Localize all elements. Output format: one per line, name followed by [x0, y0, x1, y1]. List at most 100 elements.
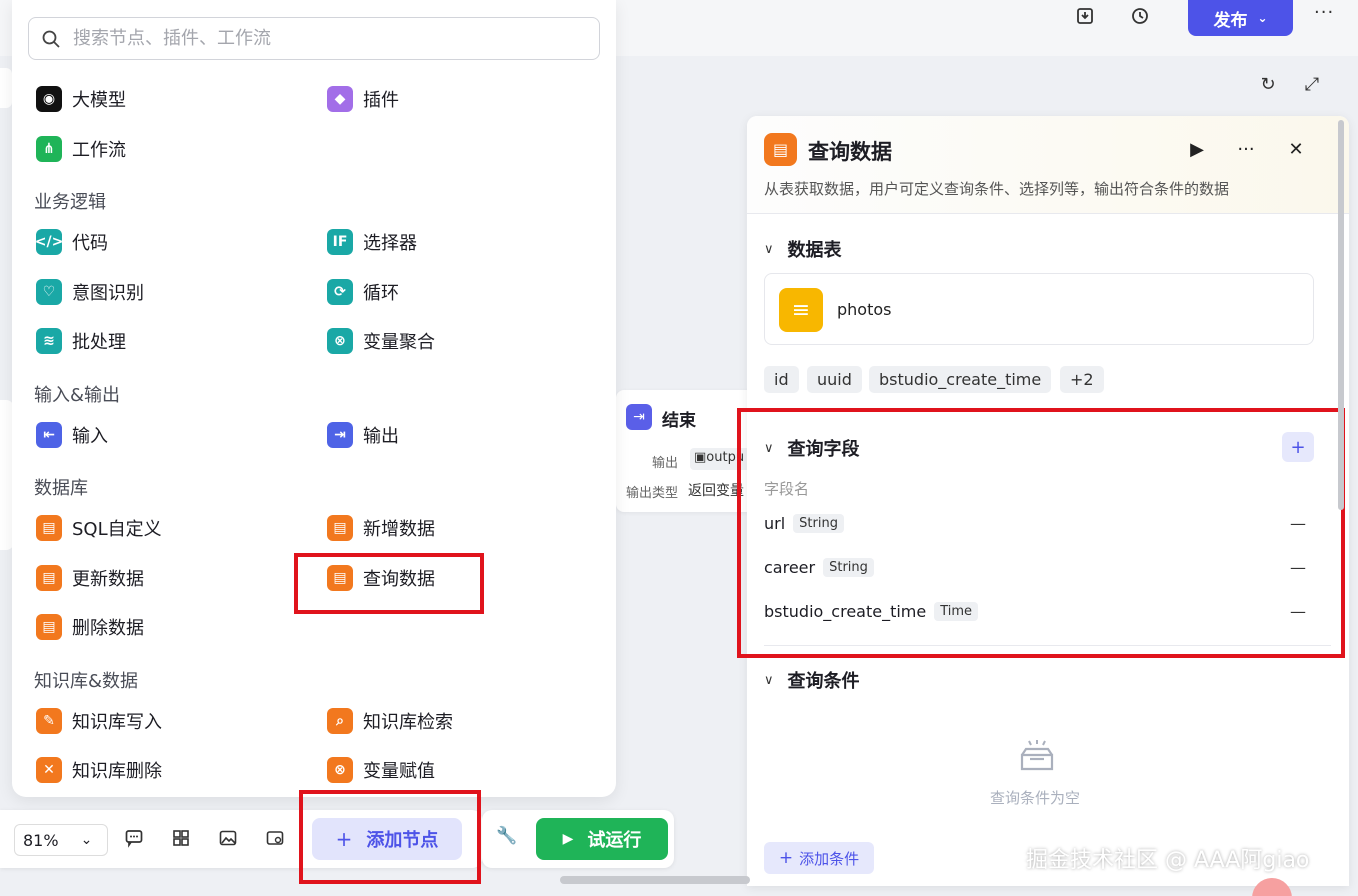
chevron-down-icon: ⌄ — [1257, 11, 1268, 25]
section-header-table[interactable]: ∨ 数据表 — [764, 236, 842, 262]
node-item-label: 大模型 — [72, 90, 126, 111]
more-columns-chip[interactable]: +2 — [1060, 366, 1104, 393]
more-icon[interactable]: ··· — [1314, 2, 1334, 23]
test-run-button[interactable]: ▶ 试运行 — [536, 818, 668, 860]
node-item-label: 知识库检索 — [363, 712, 453, 733]
node-item-delete[interactable]: ▤ 删除数据 — [36, 612, 144, 642]
node-item-label: 工作流 — [72, 140, 126, 161]
node-item-label: 新增数据 — [363, 519, 435, 540]
node-item-llm[interactable]: ◉ 大模型 — [36, 84, 126, 114]
node-item-variable-merge[interactable]: ⊗ 变量聚合 — [327, 326, 435, 356]
search-icon — [41, 28, 63, 50]
end-node[interactable]: ⇥ 结束 输出 ▣outpu 输出类型 返回变量 — [616, 390, 750, 512]
more-icon[interactable]: ··· — [1233, 136, 1259, 162]
node-item-label: 知识库写入 — [72, 712, 162, 733]
output-icon: ⇥ — [327, 422, 353, 448]
node-item-code[interactable]: </> 代码 — [35, 227, 108, 257]
node-item-label: 意图识别 — [72, 283, 144, 304]
search-box[interactable] — [28, 17, 600, 60]
node-item-kb-delete[interactable]: ✕ 知识库删除 — [36, 755, 162, 785]
zoom-value: 81% — [23, 830, 59, 850]
watermark: 掘金技术社区 @ AAA阿giao — [1026, 848, 1310, 873]
node-item-label: 更新数据 — [72, 569, 144, 590]
section-header-conditions[interactable]: ∨ 查询条件 — [764, 667, 860, 693]
node-item-selector[interactable]: IF 选择器 — [327, 227, 417, 257]
horizontal-scrollbar[interactable] — [560, 876, 750, 884]
empty-box-icon — [1017, 736, 1057, 776]
node-item-output[interactable]: ⇥ 输出 — [327, 420, 399, 450]
node-item-sql[interactable]: ▤ SQL自定义 — [36, 513, 162, 543]
node-item-label: 删除数据 — [72, 618, 144, 639]
test-run-label: 试运行 — [587, 830, 642, 851]
refresh-icon[interactable]: ↻ — [1256, 72, 1280, 96]
database-icon: ▤ — [36, 515, 62, 541]
fullscreen-icon[interactable]: ⤢ — [1300, 72, 1324, 96]
database-add-icon: ▤ — [327, 515, 353, 541]
node-item-input[interactable]: ⇤ 输入 — [36, 420, 108, 450]
play-icon[interactable]: ▶ — [1184, 136, 1210, 162]
merge-icon: ⊗ — [327, 328, 353, 354]
llm-icon: ◉ — [36, 86, 62, 112]
section-title: 查询条件 — [787, 671, 860, 692]
node-item-label: 代码 — [72, 233, 108, 254]
node-item-workflow[interactable]: ⋔ 工作流 — [36, 134, 126, 164]
minimap-icon[interactable] — [263, 826, 287, 850]
wrench-icon[interactable]: 🔧 — [496, 826, 517, 846]
section-title: 数据库 — [34, 478, 88, 499]
if-icon: IF — [327, 229, 353, 255]
add-condition-button[interactable]: + 添加条件 — [764, 842, 874, 874]
knowledge-delete-icon: ✕ — [36, 757, 62, 783]
lightbulb-icon: ♡ — [36, 279, 62, 305]
save-draft-icon[interactable] — [1072, 4, 1098, 28]
input-icon: ⇤ — [36, 422, 62, 448]
column-chip: uuid — [807, 366, 862, 393]
comment-icon[interactable] — [122, 826, 146, 850]
scrollbar[interactable] — [1338, 120, 1344, 510]
end-node-title: 结束 — [662, 411, 696, 431]
close-icon[interactable]: ✕ — [1283, 136, 1309, 162]
publish-button[interactable]: 发布 ⌄ — [1188, 0, 1293, 36]
column-chip: bstudio_create_time — [869, 366, 1052, 393]
node-item-assign[interactable]: ⊗ 变量赋值 — [327, 755, 435, 785]
section-title: 知识库&数据 — [34, 671, 139, 692]
node-item-batch[interactable]: ≋ 批处理 — [36, 326, 126, 356]
publish-label: 发布 — [1213, 10, 1248, 31]
table-card[interactable]: ≡ photos — [764, 273, 1314, 345]
add-condition-label: 添加条件 — [799, 849, 860, 868]
workflow-icon: ⋔ — [36, 136, 62, 162]
node-item-label: 插件 — [363, 90, 399, 111]
image-export-icon[interactable] — [216, 826, 240, 850]
detail-title: 查询数据 — [808, 140, 892, 164]
grid-layout-icon[interactable] — [169, 826, 193, 850]
node-item-label: 变量赋值 — [363, 761, 435, 782]
variable-assign-icon: ⊗ — [327, 757, 353, 783]
knowledge-search-icon: ⌕ — [327, 708, 353, 734]
partial-node[interactable] — [0, 68, 12, 108]
database-icon: ≡ — [779, 288, 823, 332]
section-title: 业务逻辑 — [34, 192, 106, 213]
table-name: photos — [837, 300, 892, 319]
zoom-select[interactable]: 81% ⌄ — [14, 824, 108, 856]
node-item-kb-search[interactable]: ⌕ 知识库检索 — [327, 706, 453, 736]
node-item-insert[interactable]: ▤ 新增数据 — [327, 513, 435, 543]
highlight-box — [294, 553, 484, 614]
chevron-down-icon: ⌄ — [80, 832, 93, 848]
code-icon: </> — [35, 229, 63, 255]
node-item-kb-write[interactable]: ✎ 知识库写入 — [36, 706, 162, 736]
output-type-value: 返回变量 — [688, 483, 744, 499]
empty-state-text: 查询条件为空 — [990, 789, 1081, 807]
database-delete-icon: ▤ — [36, 614, 62, 640]
chevron-down-icon: ∨ — [764, 672, 774, 688]
node-item-intent[interactable]: ♡ 意图识别 — [36, 277, 144, 307]
plus-icon: + — [778, 848, 794, 868]
detail-header: ▤ 查询数据 ▶ ··· ✕ 从表获取数据，用户可定义查询条件、选择列等，输出符… — [747, 116, 1349, 214]
node-item-plugin[interactable]: ◆ 插件 — [327, 84, 399, 114]
node-item-update[interactable]: ▤ 更新数据 — [36, 563, 144, 593]
image-icon: ▣ — [694, 450, 707, 465]
node-item-loop[interactable]: ⟳ 循环 — [327, 277, 399, 307]
node-item-label: 循环 — [363, 283, 399, 304]
database-edit-icon: ▤ — [36, 565, 62, 591]
loop-icon: ⟳ — [327, 279, 353, 305]
history-icon[interactable] — [1127, 4, 1153, 28]
search-input[interactable] — [73, 28, 573, 49]
